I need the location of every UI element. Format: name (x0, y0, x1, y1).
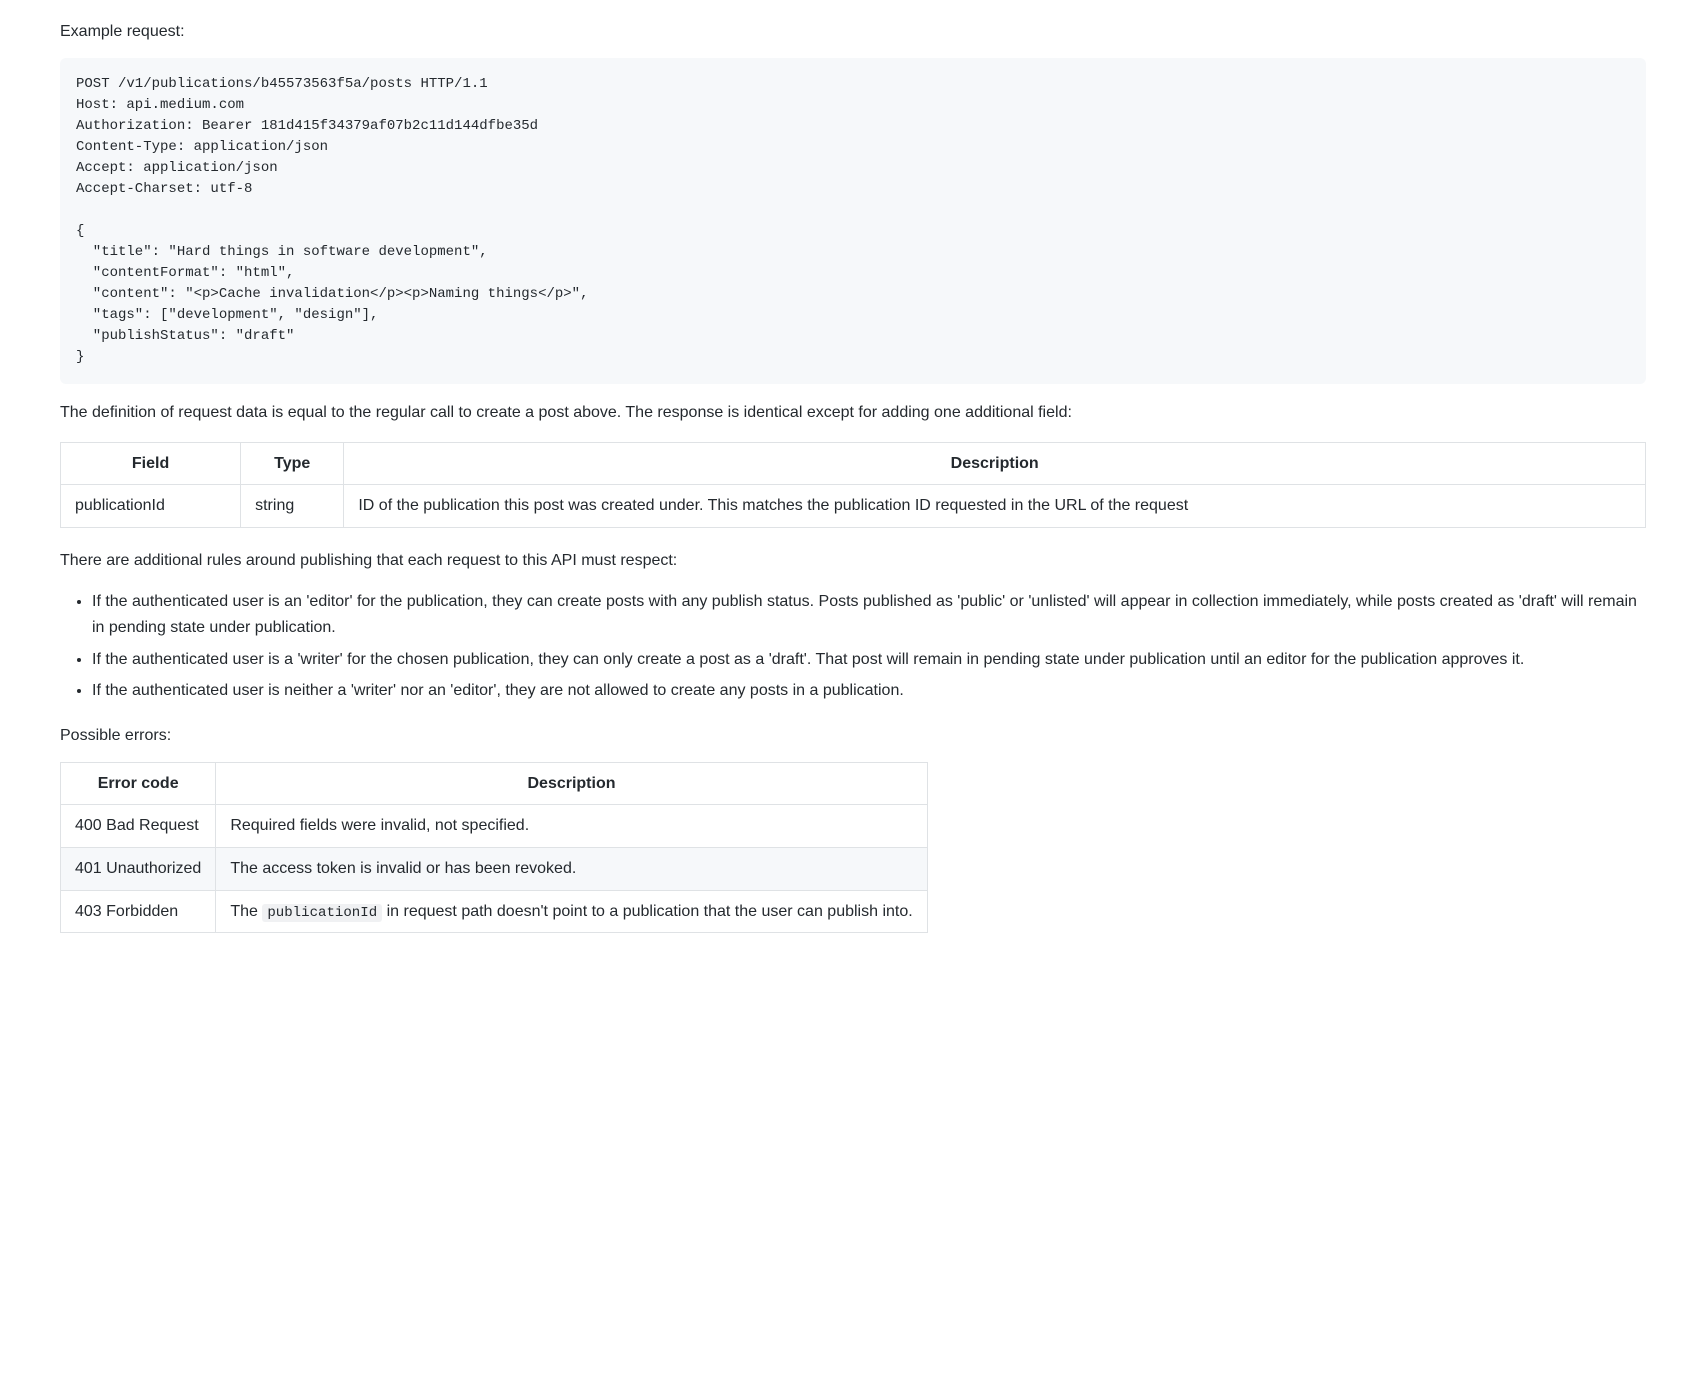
rules-list: If the authenticated user is an 'editor'… (60, 589, 1646, 703)
type-cell: string (241, 485, 344, 528)
error-code-cell: 400 Bad Request (61, 805, 216, 848)
list-item: If the authenticated user is an 'editor'… (92, 589, 1646, 640)
error-code-cell: 403 Forbidden (61, 890, 216, 933)
list-item: If the authenticated user is a 'writer' … (92, 647, 1646, 673)
table-row: 400 Bad Request Required fields were inv… (61, 805, 928, 848)
error-desc-prefix: The (230, 903, 262, 920)
description-cell: ID of the publication this post was crea… (344, 485, 1646, 528)
error-description-cell: Required fields were invalid, not specif… (216, 805, 927, 848)
list-item: If the authenticated user is neither a '… (92, 678, 1646, 704)
error-code-header: Error code (61, 762, 216, 805)
table-row: publicationId string ID of the publicati… (61, 485, 1646, 528)
table-header-row: Error code Description (61, 762, 928, 805)
rules-intro: There are additional rules around publis… (60, 548, 1646, 574)
error-code-cell: 401 Unauthorized (61, 847, 216, 890)
description-header: Description (344, 442, 1646, 485)
error-table: Error code Description 400 Bad Request R… (60, 762, 928, 933)
field-cell: publicationId (61, 485, 241, 528)
table-row: 403 Forbidden The publicationId in reque… (61, 890, 928, 933)
definition-paragraph: The definition of request data is equal … (60, 400, 1646, 426)
example-request-label: Example request: (60, 20, 1646, 44)
error-desc-suffix: in request path doesn't point to a publi… (382, 903, 913, 920)
error-description-cell: The publicationId in request path doesn'… (216, 890, 927, 933)
field-table: Field Type Description publicationId str… (60, 442, 1646, 528)
possible-errors-label: Possible errors: (60, 724, 1646, 748)
error-description-cell: The access token is invalid or has been … (216, 847, 927, 890)
inline-code-token: publicationId (262, 904, 382, 922)
field-header: Field (61, 442, 241, 485)
table-header-row: Field Type Description (61, 442, 1646, 485)
error-description-header: Description (216, 762, 927, 805)
type-header: Type (241, 442, 344, 485)
table-row: 401 Unauthorized The access token is inv… (61, 847, 928, 890)
example-request-code: POST /v1/publications/b45573563f5a/posts… (60, 58, 1646, 384)
